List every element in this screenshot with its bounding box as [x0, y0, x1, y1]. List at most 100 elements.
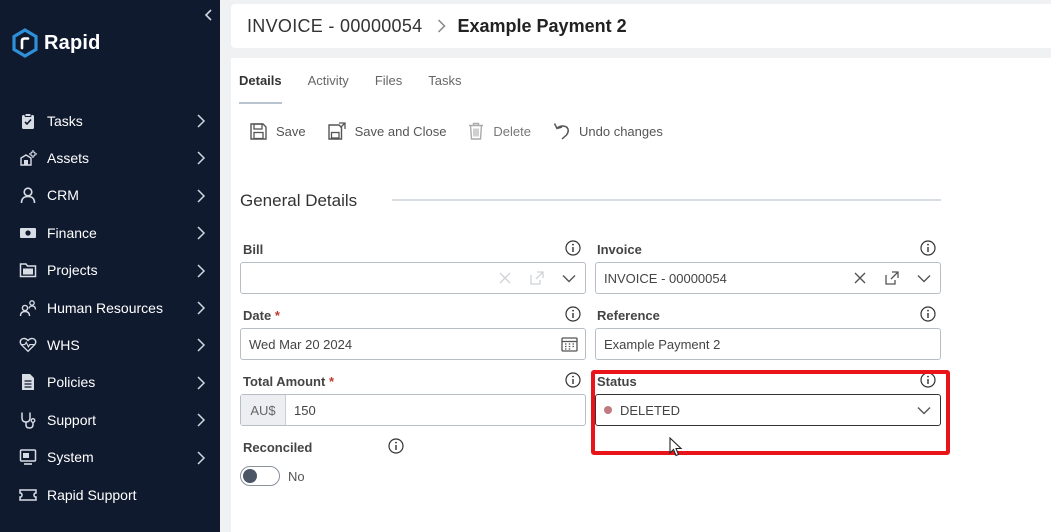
heartbeat-icon — [19, 336, 37, 354]
invoice-lookup-field[interactable]: INVOICE - 00000054 — [595, 262, 941, 294]
toolbar: Save Save and Close Delete Undo changes — [250, 122, 685, 140]
sidebar-item-label: Policies — [47, 374, 96, 391]
sidebar-item-assets[interactable]: Assets — [0, 139, 220, 176]
tab-files[interactable]: Files — [375, 73, 402, 104]
info-icon[interactable] — [565, 240, 581, 256]
save-and-close-button[interactable]: Save and Close — [327, 122, 447, 140]
chevron-right-icon — [197, 114, 206, 128]
chevron-right-icon — [197, 151, 206, 165]
chevron-down-icon[interactable] — [553, 274, 585, 283]
sidebar-item-label: WHS — [47, 337, 80, 354]
info-icon[interactable] — [565, 372, 581, 388]
section-title: General Details — [240, 191, 358, 210]
delete-label: Delete — [493, 123, 531, 139]
date-label-text: Date — [243, 308, 272, 323]
open-record-icon[interactable] — [521, 271, 553, 285]
tab-activity[interactable]: Activity — [308, 73, 349, 104]
reference-field[interactable]: Example Payment 2 — [595, 328, 941, 360]
undo-icon — [553, 122, 570, 140]
sidebar-item-system[interactable]: System — [0, 439, 220, 476]
sidebar-item-label: Support — [47, 411, 97, 428]
folder-icon — [19, 261, 37, 279]
undo-changes-label: Undo changes — [579, 123, 663, 139]
sidebar-item-support[interactable]: Support — [0, 401, 220, 438]
people-icon — [19, 299, 37, 317]
invoice-field-actions — [844, 263, 940, 293]
page-title: Example Payment 2 — [457, 15, 627, 36]
invoice-label: Invoice — [597, 242, 642, 257]
reconciled-label: Reconciled — [243, 440, 313, 455]
date-field[interactable]: Wed Mar 20 2024 — [240, 328, 586, 360]
chevron-right-icon — [197, 301, 206, 315]
info-icon[interactable] — [920, 306, 936, 322]
ticket-icon — [19, 486, 37, 504]
open-record-icon[interactable] — [876, 271, 908, 285]
bill-label: Bill — [243, 242, 264, 257]
chevron-right-icon — [197, 376, 206, 390]
date-field-actions — [553, 329, 585, 359]
tab-tasks[interactable]: Tasks — [428, 73, 461, 104]
sidebar-item-label: Finance — [47, 224, 97, 241]
page-header: INVOICE - 00000054 Example Payment 2 — [231, 4, 1051, 48]
main-panel: Details Activity Files Tasks Save Save a… — [231, 58, 1051, 532]
undo-changes-button[interactable]: Undo changes — [553, 122, 663, 140]
delete-button[interactable]: Delete — [468, 122, 531, 140]
tab-bar: Details Activity Files Tasks — [239, 73, 488, 104]
sidebar-item-human-resources[interactable]: Human Resources — [0, 289, 220, 326]
section-divider — [392, 199, 941, 201]
total-amount-label: Total Amount * — [243, 374, 334, 389]
sidebar-item-rapid-support[interactable]: Rapid Support — [0, 476, 220, 513]
total-amount-value: 150 — [294, 402, 316, 418]
sidebar-item-projects[interactable]: Projects — [0, 252, 220, 289]
reconciled-value: No — [288, 469, 305, 484]
chevron-right-icon — [197, 189, 206, 203]
bill-field-actions — [489, 263, 585, 293]
toggle-knob — [243, 469, 257, 483]
clear-icon[interactable] — [489, 271, 521, 285]
save-button[interactable]: Save — [250, 122, 306, 140]
sidebar-item-label: Human Resources — [47, 299, 163, 316]
info-icon[interactable] — [565, 306, 581, 322]
info-icon[interactable] — [388, 438, 404, 454]
info-icon[interactable] — [920, 240, 936, 256]
invoice-value: INVOICE - 00000054 — [604, 270, 727, 286]
assets-icon — [19, 149, 37, 167]
brand-logo[interactable]: Rapid — [11, 28, 101, 58]
document-icon — [19, 373, 37, 391]
chevron-right-icon — [437, 19, 446, 33]
date-value: Wed Mar 20 2024 — [249, 336, 353, 352]
money-icon — [19, 224, 37, 242]
chevron-down-icon[interactable] — [908, 274, 940, 283]
required-mark: * — [328, 374, 335, 389]
sidebar-item-tasks[interactable]: Tasks — [0, 102, 220, 139]
chevron-right-icon — [197, 338, 206, 352]
sidebar-nav: Tasks Assets CRM Finance Projects Human … — [0, 102, 220, 513]
bill-lookup-field[interactable] — [240, 262, 586, 294]
sidebar-item-label: Rapid Support — [47, 486, 137, 503]
clear-icon[interactable] — [844, 271, 876, 285]
tab-details[interactable]: Details — [239, 73, 282, 104]
sidebar-item-label: Projects — [47, 262, 98, 279]
save-label: Save — [276, 123, 306, 139]
total-amount-field[interactable]: AU$ 150 — [240, 394, 586, 426]
save-icon — [250, 122, 267, 140]
chevron-right-icon — [197, 264, 206, 278]
date-label: Date * — [243, 308, 280, 323]
reconciled-toggle[interactable] — [240, 466, 280, 486]
collapse-sidebar-icon[interactable] — [202, 8, 216, 22]
chevron-right-icon — [197, 450, 206, 465]
sidebar-item-label: System — [47, 449, 94, 466]
sidebar-item-crm[interactable]: CRM — [0, 177, 220, 214]
sidebar-item-whs[interactable]: WHS — [0, 326, 220, 363]
clipboard-icon — [19, 112, 37, 130]
save-close-icon — [327, 122, 346, 140]
sidebar-item-finance[interactable]: Finance — [0, 214, 220, 251]
brand-name: Rapid — [44, 31, 101, 54]
calendar-icon[interactable] — [553, 336, 585, 352]
save-and-close-label: Save and Close — [354, 123, 447, 139]
trash-icon — [468, 122, 484, 140]
highlight-box — [591, 370, 950, 455]
breadcrumb-parent[interactable]: INVOICE - 00000054 — [247, 16, 423, 37]
sidebar-item-label: Tasks — [47, 112, 83, 129]
sidebar-item-policies[interactable]: Policies — [0, 364, 220, 401]
